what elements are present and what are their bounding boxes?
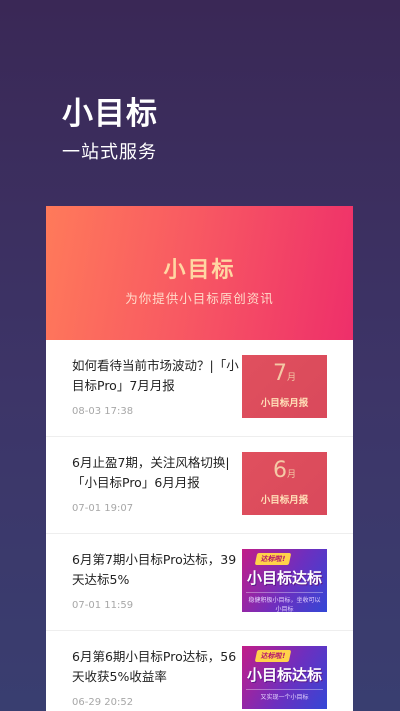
article-item-1[interactable]: 如何看待当前市场波动？|「小目标Pro」7月月报 08-03 17:38 7月 … [46, 340, 353, 437]
article-list: 如何看待当前市场波动？|「小目标Pro」7月月报 08-03 17:38 7月 … [46, 340, 353, 711]
hero-subtitle: 一站式服务 [62, 142, 157, 163]
article-title: 6月止盈7期，关注风格切换|「小目标Pro」6月月报 [72, 455, 230, 490]
promo-subtitle: 又实现一个小目标 [246, 689, 323, 701]
article-item-2[interactable]: 6月止盈7期，关注风格切换|「小目标Pro」6月月报 07-01 19:07 6… [46, 437, 353, 534]
article-title: 6月第6期小目标Pro达标，56天收获5%收益率 [72, 649, 237, 684]
promo-title: 小目标达标 [246, 666, 322, 684]
article-title: 如何看待当前市场波动？|「小目标Pro」7月月报 [72, 358, 239, 393]
thumb-month-number: 6月 [272, 458, 296, 483]
promo-tag: 达标啦! [254, 553, 292, 565]
promo-title: 小目标达标 [246, 569, 322, 587]
banner-subtitle: 为你提供小目标原创资讯 [125, 291, 274, 306]
article-item-4[interactable]: 6月第6期小目标Pro达标，56天收获5%收益率 06-29 20:52 达标啦… [46, 631, 353, 711]
thumb-label: 小目标月报 [260, 495, 309, 506]
card-banner: 小目标 为你提供小目标原创资讯 [46, 206, 353, 340]
article-date: 08-03 17:38 [72, 406, 134, 417]
thumb-label: 小目标月报 [260, 398, 309, 409]
article-thumbnail[interactable]: 7月 小目标月报 [242, 355, 327, 418]
article-title: 6月第7期小目标Pro达标，39天达标5% [72, 552, 237, 587]
promo-subtitle: 稳健积极小目标，坐收可以小目标 [246, 592, 323, 612]
article-date: 07-01 19:07 [72, 503, 134, 514]
banner-title: 小目标 [163, 258, 236, 283]
article-thumbnail[interactable]: 达标啦! 小目标达标 又实现一个小目标 [242, 646, 327, 709]
article-card: 小目标 为你提供小目标原创资讯 如何看待当前市场波动？|「小目标Pro」7月月报… [46, 206, 353, 711]
hero-title: 小目标 [62, 96, 158, 132]
article-thumbnail[interactable]: 达标啦! 小目标达标 稳健积极小目标，坐收可以小目标 [242, 549, 327, 612]
article-date: 07-01 11:59 [72, 600, 134, 611]
thumb-month-number: 7月 [272, 361, 296, 386]
article-item-3[interactable]: 6月第7期小目标Pro达标，39天达标5% 07-01 11:59 达标啦! 小… [46, 534, 353, 631]
promo-tag: 达标啦! [254, 650, 292, 662]
article-thumbnail[interactable]: 6月 小目标月报 [242, 452, 327, 515]
article-date: 06-29 20:52 [72, 697, 134, 708]
